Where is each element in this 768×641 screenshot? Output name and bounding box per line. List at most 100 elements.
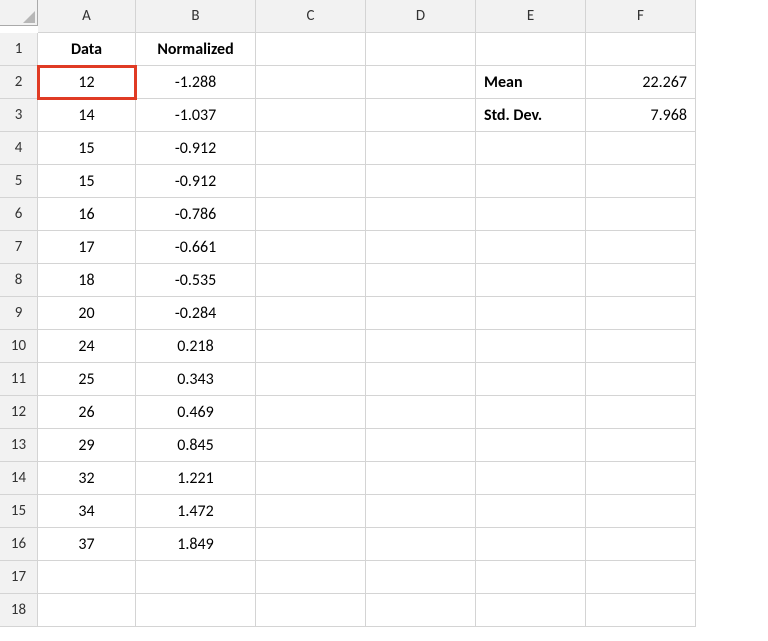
cell[interactable] <box>586 363 696 396</box>
cell[interactable] <box>476 297 586 330</box>
cell-A10[interactable]: 24 <box>38 330 136 363</box>
cell[interactable] <box>366 396 476 429</box>
row-header[interactable]: 11 <box>0 363 38 396</box>
cell-B6[interactable]: -0.786 <box>136 198 256 231</box>
cell[interactable] <box>476 231 586 264</box>
col-header-F[interactable]: F <box>586 0 696 33</box>
cell-F3[interactable]: 7.968 <box>586 99 696 132</box>
cell[interactable] <box>366 231 476 264</box>
cell-B14[interactable]: 1.221 <box>136 462 256 495</box>
cell[interactable] <box>366 330 476 363</box>
cell[interactable] <box>586 528 696 561</box>
spreadsheet[interactable]: A B C D E F 1 Data Normalized 2 12 -1.28… <box>0 0 768 627</box>
cell[interactable] <box>586 396 696 429</box>
cell[interactable] <box>476 363 586 396</box>
cell-A12[interactable]: 26 <box>38 396 136 429</box>
cell-A7[interactable]: 17 <box>38 231 136 264</box>
cell-D1[interactable] <box>366 33 476 66</box>
cell[interactable] <box>586 495 696 528</box>
row-header[interactable]: 13 <box>0 429 38 462</box>
cell[interactable] <box>476 165 586 198</box>
cell-F1[interactable] <box>586 33 696 66</box>
cell-A9[interactable]: 20 <box>38 297 136 330</box>
row-header[interactable]: 14 <box>0 462 38 495</box>
cell-B2[interactable]: -1.288 <box>136 66 256 99</box>
cell[interactable] <box>256 297 366 330</box>
cell[interactable] <box>586 594 696 627</box>
cell[interactable] <box>366 363 476 396</box>
row-header[interactable]: 3 <box>0 99 38 132</box>
row-header[interactable]: 8 <box>0 264 38 297</box>
row-header[interactable]: 12 <box>0 396 38 429</box>
cell-B3[interactable]: -1.037 <box>136 99 256 132</box>
cell[interactable] <box>586 429 696 462</box>
row-header[interactable]: 9 <box>0 297 38 330</box>
cell-B9[interactable]: -0.284 <box>136 297 256 330</box>
row-header[interactable]: 16 <box>0 528 38 561</box>
cell-D2[interactable] <box>366 66 476 99</box>
cell-B10[interactable]: 0.218 <box>136 330 256 363</box>
cell-A11[interactable]: 25 <box>38 363 136 396</box>
cell[interactable] <box>256 165 366 198</box>
cell[interactable] <box>366 495 476 528</box>
cell[interactable] <box>586 297 696 330</box>
cell[interactable] <box>476 594 586 627</box>
cell[interactable] <box>256 495 366 528</box>
row-header[interactable]: 17 <box>0 561 38 594</box>
cell[interactable] <box>476 528 586 561</box>
cell[interactable] <box>366 429 476 462</box>
cell-B16[interactable]: 1.849 <box>136 528 256 561</box>
cell[interactable] <box>256 363 366 396</box>
cell[interactable] <box>256 396 366 429</box>
cell[interactable] <box>476 330 586 363</box>
cell-C2[interactable] <box>256 66 366 99</box>
cell[interactable] <box>256 330 366 363</box>
cell-A3[interactable]: 14 <box>38 99 136 132</box>
cell-A6[interactable]: 16 <box>38 198 136 231</box>
cell[interactable] <box>366 297 476 330</box>
cell-B8[interactable]: -0.535 <box>136 264 256 297</box>
cell-E1[interactable] <box>476 33 586 66</box>
row-header[interactable]: 7 <box>0 231 38 264</box>
cell-A5[interactable]: 15 <box>38 165 136 198</box>
cell[interactable] <box>256 132 366 165</box>
cell[interactable] <box>256 462 366 495</box>
row-header[interactable]: 2 <box>0 66 38 99</box>
cell-A14[interactable]: 32 <box>38 462 136 495</box>
cell[interactable] <box>586 165 696 198</box>
cell-B5[interactable]: -0.912 <box>136 165 256 198</box>
row-header[interactable]: 18 <box>0 594 38 627</box>
cell-B12[interactable]: 0.469 <box>136 396 256 429</box>
cell[interactable] <box>366 462 476 495</box>
cell-A16[interactable]: 37 <box>38 528 136 561</box>
cell[interactable] <box>586 462 696 495</box>
cell[interactable] <box>586 561 696 594</box>
cell[interactable] <box>586 198 696 231</box>
select-all-corner[interactable] <box>0 0 38 26</box>
cell[interactable] <box>366 561 476 594</box>
cell-B1[interactable]: Normalized <box>136 33 256 66</box>
cell[interactable] <box>366 132 476 165</box>
cell-A15[interactable]: 34 <box>38 495 136 528</box>
row-header[interactable]: 15 <box>0 495 38 528</box>
col-header-C[interactable]: C <box>256 0 366 33</box>
cell[interactable] <box>256 198 366 231</box>
cell-A1[interactable]: Data <box>38 33 136 66</box>
row-header[interactable]: 1 <box>0 33 38 66</box>
cell[interactable] <box>476 462 586 495</box>
cell-B15[interactable]: 1.472 <box>136 495 256 528</box>
cell[interactable] <box>256 231 366 264</box>
cell[interactable] <box>476 495 586 528</box>
col-header-A[interactable]: A <box>38 0 136 33</box>
cell-D3[interactable] <box>366 99 476 132</box>
cell[interactable] <box>476 396 586 429</box>
cell[interactable] <box>366 594 476 627</box>
cell-A4[interactable]: 15 <box>38 132 136 165</box>
cell-B7[interactable]: -0.661 <box>136 231 256 264</box>
row-header[interactable]: 4 <box>0 132 38 165</box>
cell[interactable] <box>256 528 366 561</box>
cell[interactable] <box>476 198 586 231</box>
row-header[interactable]: 6 <box>0 198 38 231</box>
cell[interactable] <box>476 132 586 165</box>
cell[interactable] <box>586 264 696 297</box>
